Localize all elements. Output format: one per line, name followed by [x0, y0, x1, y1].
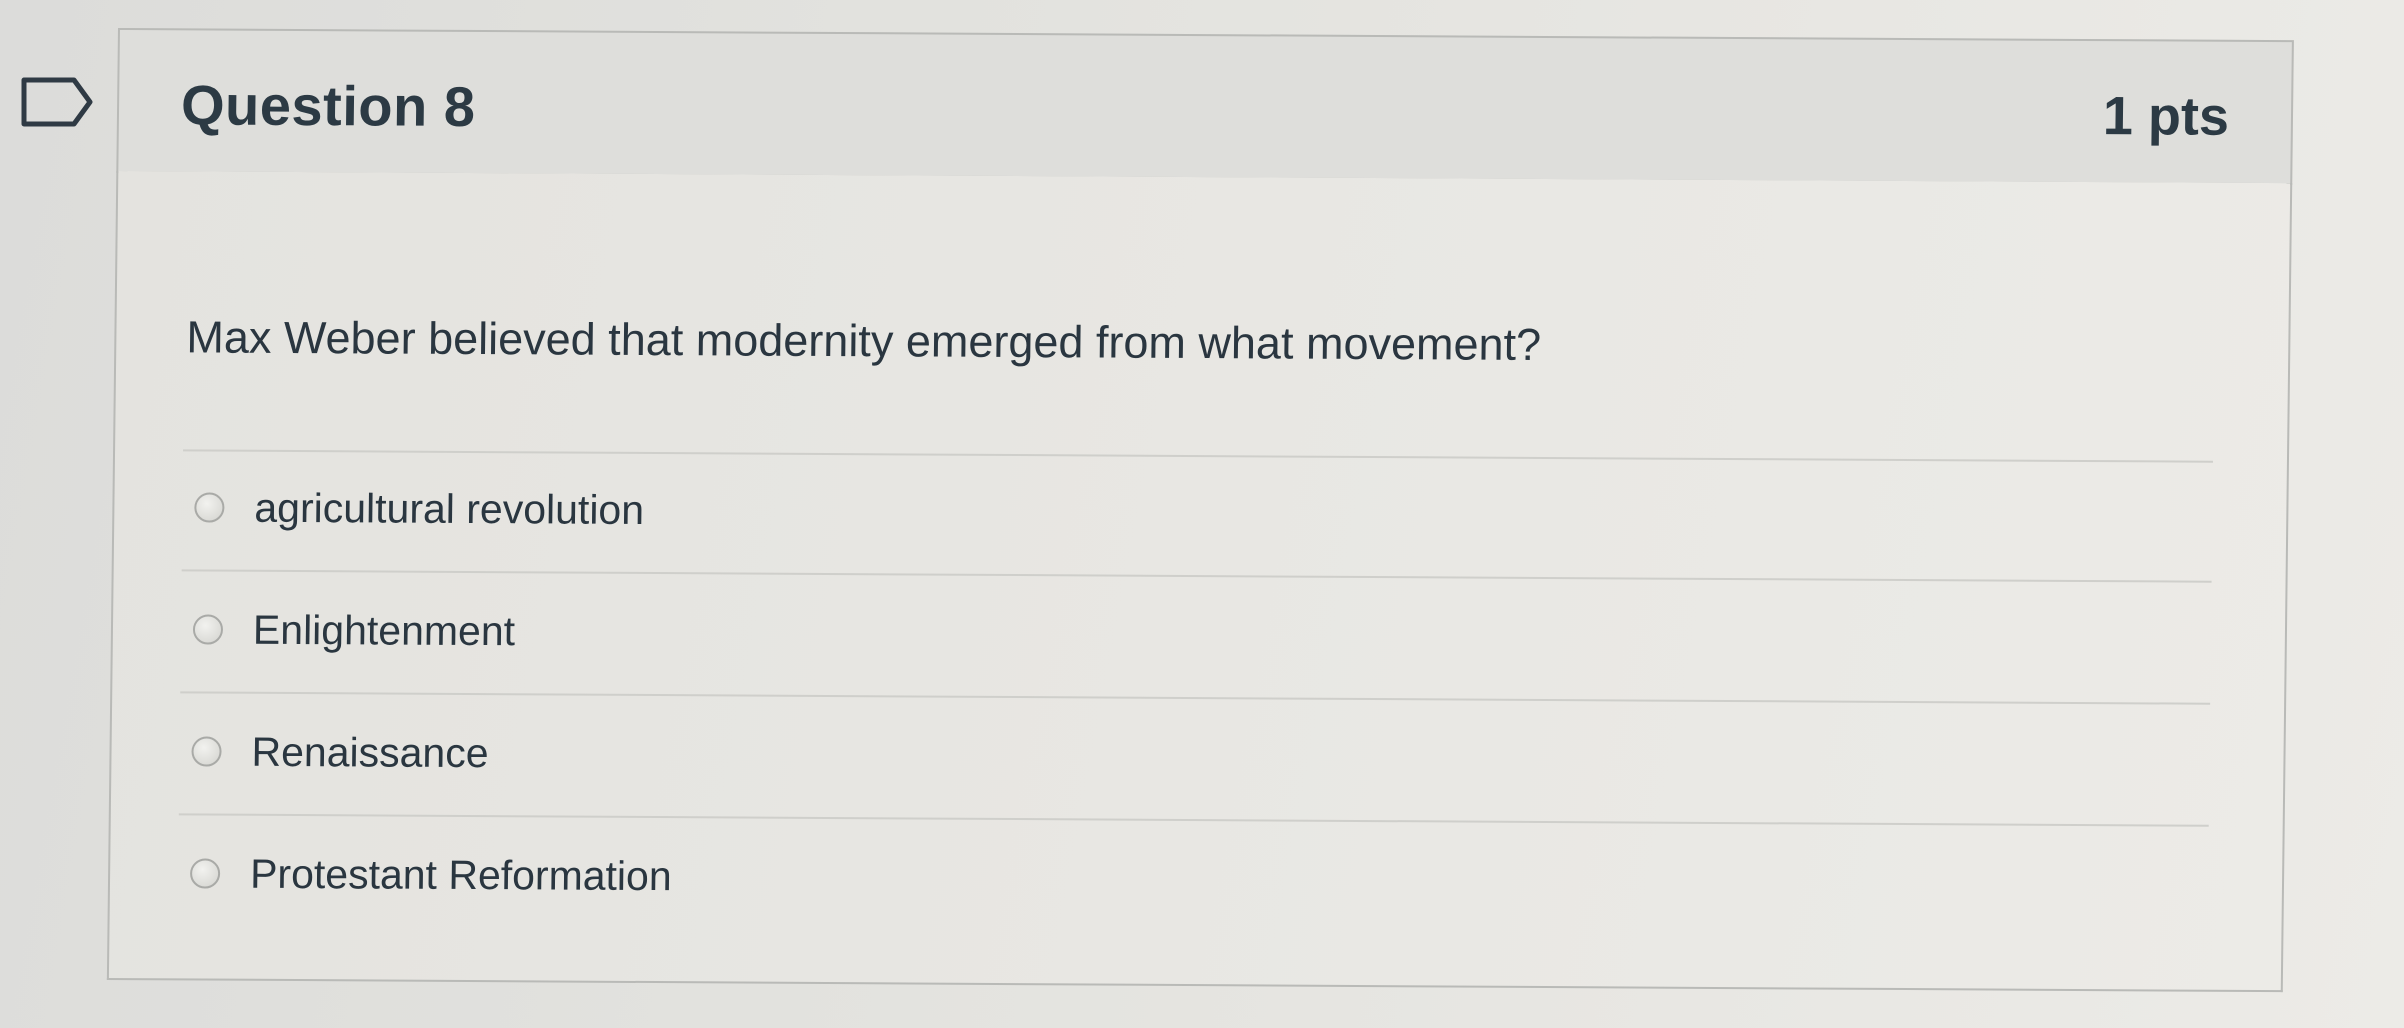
question-points: 1 pts	[2102, 86, 2230, 147]
answer-label: Renaissance	[251, 728, 489, 776]
answer-label: Enlightenment	[252, 606, 516, 654]
answer-option-agricultural-revolution[interactable]: agricultural revolution	[194, 477, 644, 540]
answer-divider	[178, 813, 2209, 827]
answer-option-enlightenment[interactable]: Enlightenment	[192, 599, 516, 661]
answer-divider	[181, 569, 2212, 583]
radio-button-icon[interactable]	[192, 614, 224, 645]
answer-option-renaissance[interactable]: Renaissance	[191, 721, 489, 783]
flag-question-icon[interactable]	[20, 76, 96, 128]
question-text: Max Weber believed that modernity emerge…	[186, 311, 1542, 370]
radio-button-icon[interactable]	[191, 736, 222, 767]
answer-label: Protestant Reformation	[249, 850, 672, 899]
question-title: Question 8	[180, 73, 476, 138]
radio-button-icon[interactable]	[194, 492, 225, 523]
answer-label: agricultural revolution	[254, 484, 645, 533]
answer-divider	[180, 691, 2211, 705]
question-header: Question 8 1 pts	[116, 28, 2294, 186]
radio-button-icon[interactable]	[189, 858, 221, 889]
answer-option-protestant-reformation[interactable]: Protestant Reformation	[189, 843, 672, 906]
answer-divider	[183, 449, 2213, 463]
question-body: Max Weber believed that modernity emerge…	[106, 170, 2293, 993]
question-card: Question 8 1 pts Max Weber believed that…	[106, 28, 2294, 993]
